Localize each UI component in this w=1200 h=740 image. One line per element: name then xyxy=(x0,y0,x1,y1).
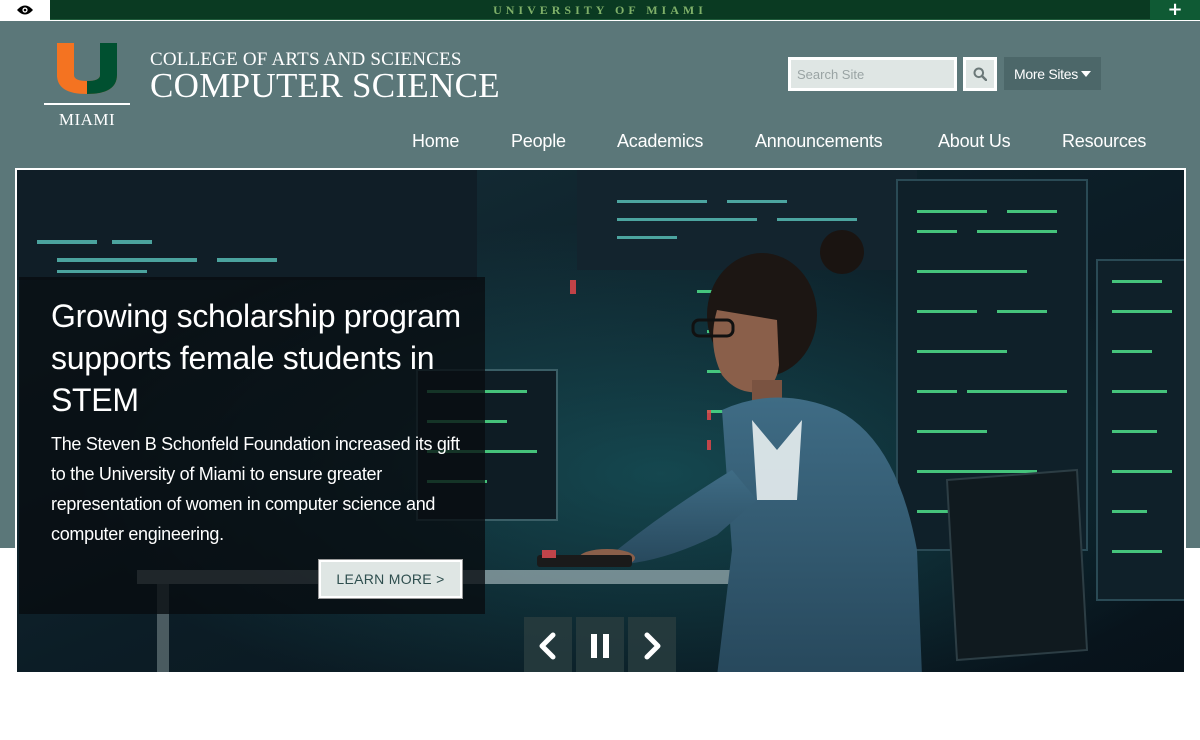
nav-item-people[interactable]: People xyxy=(511,131,566,152)
top-bar: UNIVERSITY OF MIAMI + xyxy=(0,0,1200,20)
department-name[interactable]: COMPUTER SCIENCE xyxy=(150,66,500,106)
more-sites-label: More Sites xyxy=(1014,65,1078,82)
carousel-prev-button[interactable] xyxy=(524,617,572,672)
main-nav: Home People Academics Announcements Abou… xyxy=(0,131,1200,157)
expand-plus-button[interactable]: + xyxy=(1150,0,1200,20)
university-title: UNIVERSITY OF MIAMI xyxy=(493,3,707,17)
search-icon xyxy=(973,67,987,81)
learn-more-button[interactable]: LEARN MORE > xyxy=(319,560,462,598)
caret-down-icon xyxy=(1080,70,1091,77)
hero-description: The Steven B Schonfeld Foundation increa… xyxy=(51,434,460,544)
more-sites-dropdown[interactable]: More Sites xyxy=(1004,57,1101,90)
search-button[interactable] xyxy=(963,57,997,91)
nav-item-resources[interactable]: Resources xyxy=(1062,131,1146,152)
university-logo[interactable]: MIAMI xyxy=(44,41,130,131)
logo-divider xyxy=(44,103,130,105)
nav-item-announcements[interactable]: Announcements xyxy=(755,131,883,152)
nav-item-about-us[interactable]: About Us xyxy=(938,131,1011,152)
search-input[interactable] xyxy=(788,57,957,91)
hero-title[interactable]: Growing scholarship program supports fem… xyxy=(51,295,471,421)
nav-item-academics[interactable]: Academics xyxy=(617,131,703,152)
carousel-next-button[interactable] xyxy=(628,617,676,672)
university-u-logo-icon xyxy=(57,43,117,94)
nav-item-home[interactable]: Home xyxy=(412,131,459,152)
pause-icon xyxy=(591,633,609,658)
carousel-pause-button[interactable] xyxy=(576,617,624,672)
hero-carousel: Growing scholarship program supports fem… xyxy=(15,168,1186,674)
hero-caption: Growing scholarship program supports fem… xyxy=(19,277,485,614)
logo-text: MIAMI xyxy=(58,110,116,129)
chevron-left-icon xyxy=(539,632,556,659)
chevron-right-icon xyxy=(644,632,661,659)
